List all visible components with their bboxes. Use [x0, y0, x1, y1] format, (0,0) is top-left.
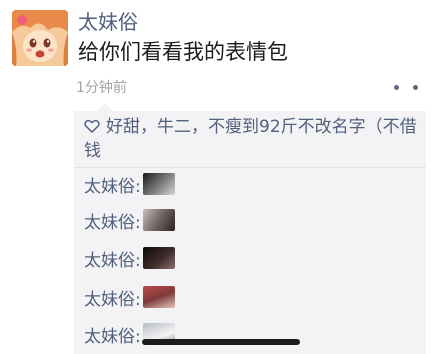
- comment-row[interactable]: 太妹俗:: [84, 207, 175, 233]
- home-indicator-bar[interactable]: [142, 339, 300, 345]
- comment-row[interactable]: 太妹俗:: [84, 171, 175, 197]
- more-options-icon-dot: [394, 84, 399, 90]
- comment-box: 好甜，牛二，不瘦到92斤不改名字（不借钱 太妹俗: 太妹俗: 太妹俗: 太妹俗:…: [74, 111, 426, 354]
- post-text: 给你们看看我的表情包: [78, 40, 288, 64]
- more-options-button[interactable]: [394, 80, 418, 94]
- post-timestamp: 1分钟前: [76, 80, 127, 96]
- comment-row[interactable]: 太妹俗:: [84, 245, 175, 271]
- avatar[interactable]: [12, 10, 68, 66]
- sticker-image[interactable]: [142, 247, 175, 269]
- comment-author[interactable]: 太妹俗:: [84, 246, 141, 271]
- sticker-image[interactable]: [142, 286, 175, 308]
- more-options-icon-dot: [413, 84, 418, 90]
- comment-row[interactable]: 太妹俗:: [84, 284, 175, 310]
- comment-author[interactable]: 太妹俗:: [84, 322, 141, 347]
- likes-line: 好甜，牛二，不瘦到92斤不改名字（不借钱: [84, 115, 420, 163]
- sticker-image[interactable]: [142, 173, 175, 195]
- comment-box-caret: [98, 103, 112, 111]
- anime-girl-avatar-image: [12, 10, 68, 66]
- comment-author[interactable]: 太妹俗:: [84, 208, 141, 233]
- sticker-image[interactable]: [142, 209, 175, 231]
- likes-divider: [74, 167, 426, 168]
- post-author-name[interactable]: 太妹俗: [78, 9, 138, 35]
- heart-icon: [84, 119, 100, 133]
- comment-author[interactable]: 太妹俗:: [84, 285, 141, 310]
- likes-names[interactable]: 好甜，牛二，不瘦到92斤不改名字（不借钱: [84, 117, 417, 161]
- comment-author[interactable]: 太妹俗:: [84, 172, 141, 197]
